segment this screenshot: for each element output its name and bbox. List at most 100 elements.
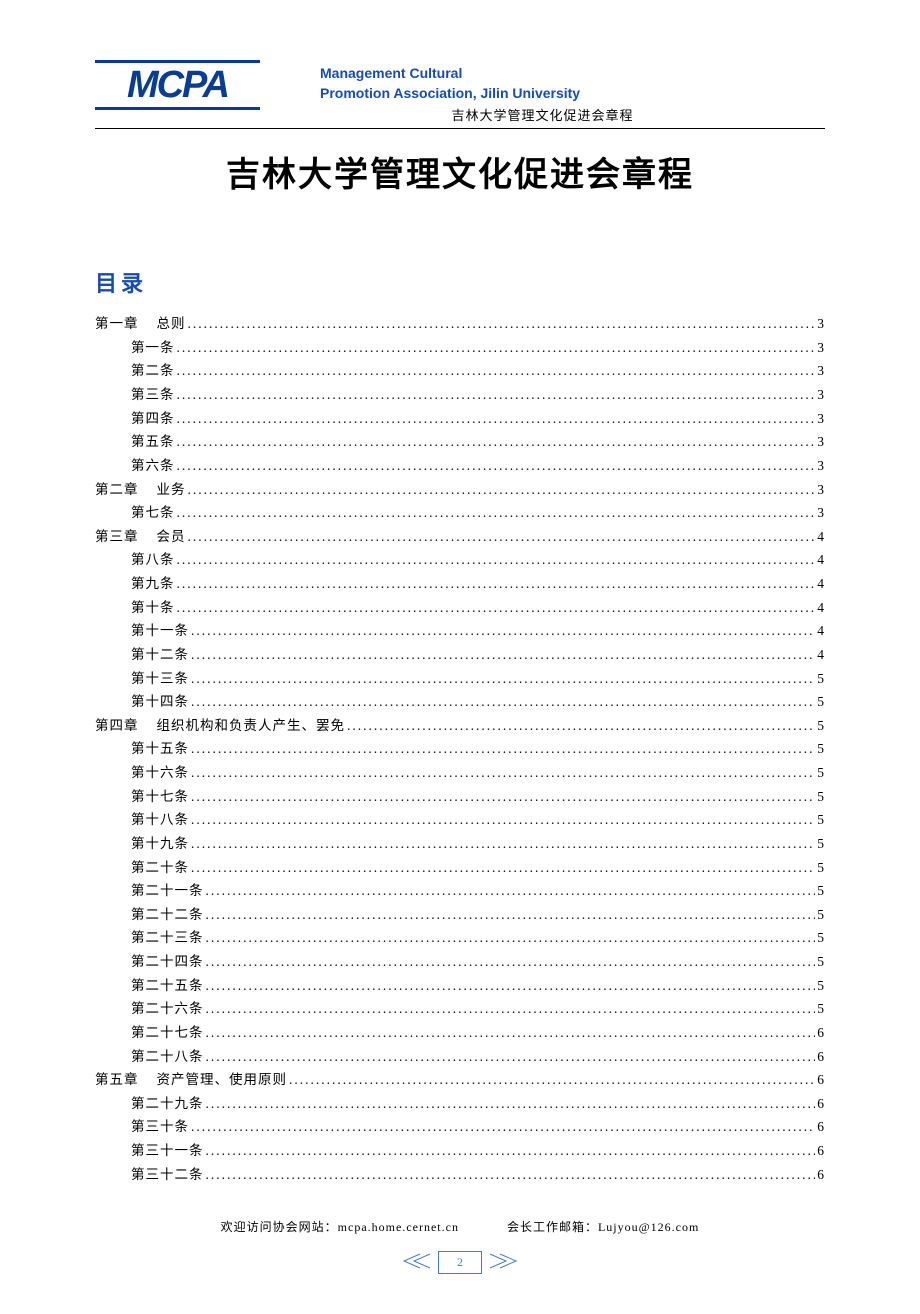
toc-leader bbox=[206, 903, 816, 927]
toc-entry[interactable]: 第二十条5 bbox=[95, 856, 825, 880]
toc-entry[interactable]: 第十二条4 bbox=[95, 643, 825, 667]
toc-leader bbox=[177, 596, 816, 620]
toc-label: 第十四条 bbox=[131, 690, 189, 714]
toc-label: 第七条 bbox=[131, 501, 175, 525]
toc-label: 第二十六条 bbox=[131, 997, 204, 1021]
toc-leader bbox=[177, 359, 816, 383]
toc-page: 3 bbox=[817, 336, 825, 360]
toc-leader bbox=[191, 619, 815, 643]
toc-label: 第一条 bbox=[131, 336, 175, 360]
toc-page: 3 bbox=[817, 454, 825, 478]
toc-entry[interactable]: 第二十二条5 bbox=[95, 903, 825, 927]
toc-label: 第三十二条 bbox=[131, 1163, 204, 1187]
toc-entry[interactable]: 第三十条6 bbox=[95, 1115, 825, 1139]
toc-entry[interactable]: 第六条 3 bbox=[95, 454, 825, 478]
toc-entry[interactable]: 第一条 3 bbox=[95, 336, 825, 360]
toc-entry[interactable]: 第二十三条 5 bbox=[95, 926, 825, 950]
toc-entry[interactable]: 第二十一条 5 bbox=[95, 879, 825, 903]
toc-label: 第四章组织机构和负责人产生、罢免 bbox=[95, 714, 345, 738]
document-header: MCPA Management Cultural Promotion Assoc… bbox=[95, 60, 825, 124]
toc-heading: 目录 bbox=[95, 266, 825, 298]
toc-entry[interactable]: 第四章组织机构和负责人产生、罢免 5 bbox=[95, 714, 825, 738]
footer: 欢迎访问协会网站：mcpa.home.cernet.cn 会长工作邮箱：Lujy… bbox=[95, 1218, 825, 1274]
toc-entry[interactable]: 第十条4 bbox=[95, 596, 825, 620]
toc-page: 5 bbox=[817, 950, 825, 974]
footer-pager: 2 bbox=[95, 1251, 825, 1274]
toc-leader bbox=[206, 1163, 816, 1187]
toc-page: 6 bbox=[817, 1092, 825, 1116]
toc-label: 第十六条 bbox=[131, 761, 189, 785]
toc-page: 5 bbox=[817, 690, 825, 714]
page-title: 吉林大学管理文化促进会章程 bbox=[95, 147, 825, 196]
toc-label: 第十一条 bbox=[131, 619, 189, 643]
toc-label: 第二十七条 bbox=[131, 1021, 204, 1045]
toc-page: 5 bbox=[817, 714, 825, 738]
toc-entry[interactable]: 第二十五条5 bbox=[95, 974, 825, 998]
toc-entry[interactable]: 第十八条 5 bbox=[95, 808, 825, 832]
toc-entry[interactable]: 第二章业务3 bbox=[95, 478, 825, 502]
toc-page: 5 bbox=[817, 926, 825, 950]
footer-contact: 欢迎访问协会网站：mcpa.home.cernet.cn 会长工作邮箱：Lujy… bbox=[95, 1218, 825, 1235]
toc-entry[interactable]: 第四条3 bbox=[95, 407, 825, 431]
toc-leader bbox=[177, 548, 816, 572]
toc-entry[interactable]: 第七条3 bbox=[95, 501, 825, 525]
toc-page: 5 bbox=[817, 879, 825, 903]
cn-subtitle: 吉林大学管理文化促进会章程 bbox=[320, 105, 825, 124]
toc-leader bbox=[177, 407, 816, 431]
toc-entry[interactable]: 第二条3 bbox=[95, 359, 825, 383]
toc-page: 3 bbox=[817, 407, 825, 431]
toc-leader bbox=[191, 643, 815, 667]
toc-leader bbox=[206, 1139, 816, 1163]
toc-label: 第二十四条 bbox=[131, 950, 204, 974]
toc-leader bbox=[206, 974, 816, 998]
en-title-line1: Management Cultural bbox=[320, 64, 825, 84]
toc-leader bbox=[206, 950, 816, 974]
toc-entry[interactable]: 第二十九条6 bbox=[95, 1092, 825, 1116]
toc-leader bbox=[191, 737, 815, 761]
toc-entry[interactable]: 第三十一条6 bbox=[95, 1139, 825, 1163]
toc-entry[interactable]: 第十六条5 bbox=[95, 761, 825, 785]
toc-entry[interactable]: 第一章总则 3 bbox=[95, 312, 825, 336]
footer-website: 欢迎访问协会网站：mcpa.home.cernet.cn bbox=[221, 1218, 459, 1235]
toc-entry[interactable]: 第二十八条6 bbox=[95, 1045, 825, 1069]
toc-page: 3 bbox=[817, 312, 825, 336]
toc-label: 第二十三条 bbox=[131, 926, 204, 950]
toc-entry[interactable]: 第十七条5 bbox=[95, 785, 825, 809]
toc-label: 第五条 bbox=[131, 430, 175, 454]
toc-leader bbox=[191, 667, 815, 691]
toc-label: 第十三条 bbox=[131, 667, 189, 691]
toc-label: 第八条 bbox=[131, 548, 175, 572]
page-number: 2 bbox=[438, 1251, 482, 1274]
toc-entry[interactable]: 第八条4 bbox=[95, 548, 825, 572]
toc-label: 第二十一条 bbox=[131, 879, 204, 903]
toc-entry[interactable]: 第十四条 5 bbox=[95, 690, 825, 714]
toc-leader bbox=[206, 879, 816, 903]
toc-page: 5 bbox=[817, 808, 825, 832]
toc-entry[interactable]: 第五条3 bbox=[95, 430, 825, 454]
toc-label: 第十八条 bbox=[131, 808, 189, 832]
toc-leader bbox=[191, 808, 815, 832]
toc-entry[interactable]: 第十三条5 bbox=[95, 667, 825, 691]
toc-page: 5 bbox=[817, 832, 825, 856]
toc-page: 4 bbox=[817, 596, 825, 620]
toc-entry[interactable]: 第九条4 bbox=[95, 572, 825, 596]
toc-entry[interactable]: 第十一条4 bbox=[95, 619, 825, 643]
toc-leader bbox=[177, 501, 816, 525]
toc-leader bbox=[191, 1115, 815, 1139]
toc-label: 第六条 bbox=[131, 454, 175, 478]
toc-entry[interactable]: 第十九条5 bbox=[95, 832, 825, 856]
toc-leader bbox=[177, 430, 816, 454]
toc-page: 4 bbox=[817, 643, 825, 667]
toc-entry[interactable]: 第五章资产管理、使用原则6 bbox=[95, 1068, 825, 1092]
toc-label: 第一章总则 bbox=[95, 312, 186, 336]
toc-entry[interactable]: 第三十二条6 bbox=[95, 1163, 825, 1187]
toc-entry[interactable]: 第十五条5 bbox=[95, 737, 825, 761]
toc-entry[interactable]: 第二十七条6 bbox=[95, 1021, 825, 1045]
toc-entry[interactable]: 第二十四条 5 bbox=[95, 950, 825, 974]
toc-leader bbox=[188, 478, 816, 502]
toc-page: 5 bbox=[817, 903, 825, 927]
toc-entry[interactable]: 第二十六条5 bbox=[95, 997, 825, 1021]
toc-label: 第九条 bbox=[131, 572, 175, 596]
toc-entry[interactable]: 第三条3 bbox=[95, 383, 825, 407]
toc-entry[interactable]: 第三章会员4 bbox=[95, 525, 825, 549]
